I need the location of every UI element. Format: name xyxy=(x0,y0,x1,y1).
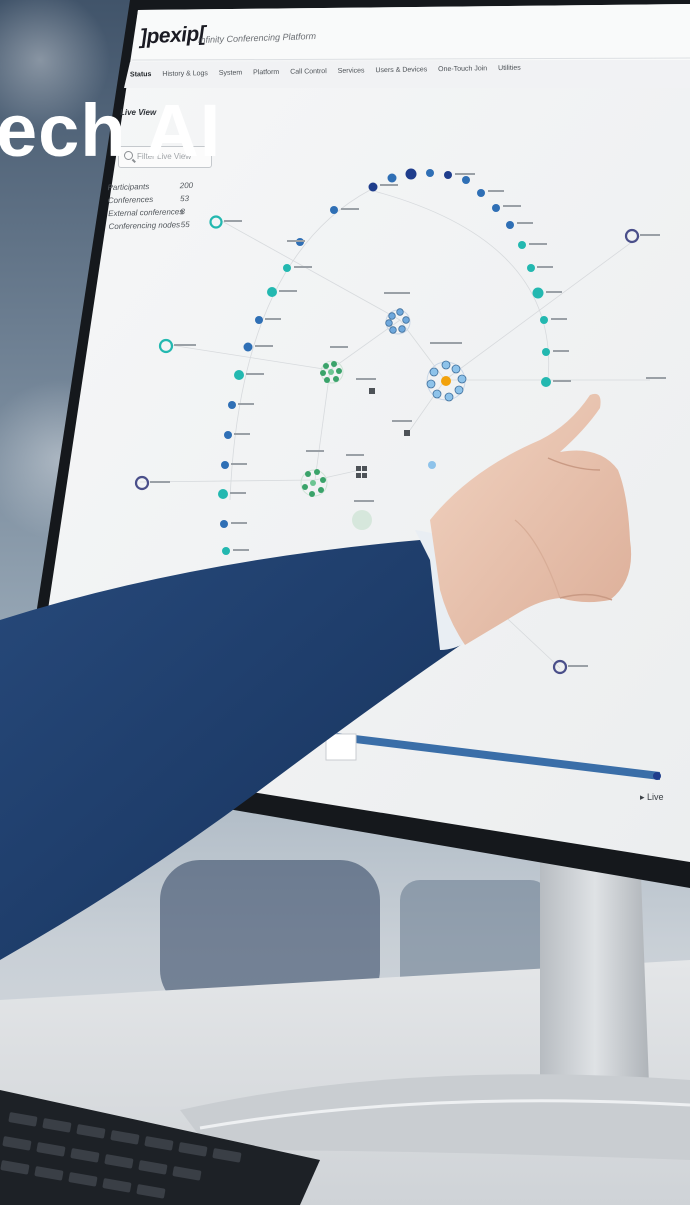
pexip-logo: ]pexip[ xyxy=(139,22,206,49)
menu-history-logs[interactable]: History & Logs xyxy=(162,70,208,78)
headline-overlay: ech AI xyxy=(0,89,222,172)
photo-scene: ]pexip[ Infinity Conferencing Platform S… xyxy=(0,0,690,1205)
menu-system[interactable]: System xyxy=(219,70,242,77)
live-button[interactable]: ▸ Live xyxy=(640,792,664,803)
menu-utilities[interactable]: Utilities xyxy=(498,65,521,72)
stats-panel: Participants 200 Conferences 53 External… xyxy=(107,179,195,233)
menu-call-control[interactable]: Call Control xyxy=(290,68,327,76)
stat-row: Conferencing nodes 55 xyxy=(108,218,195,233)
menu-one-touch-join[interactable]: One-Touch Join xyxy=(438,65,487,73)
stat-label: Conferencing nodes xyxy=(108,220,181,232)
stat-value: 8 xyxy=(180,207,185,217)
stat-value: 55 xyxy=(180,219,190,230)
stat-value: 53 xyxy=(179,194,190,204)
menu-status[interactable]: Status xyxy=(130,71,152,78)
menu-platform[interactable]: Platform xyxy=(253,69,279,76)
menu-users-devices[interactable]: Users & Devices xyxy=(375,66,427,74)
background-photo xyxy=(0,0,690,1205)
stat-value: 200 xyxy=(179,180,194,191)
menu-services[interactable]: Services xyxy=(338,67,365,74)
